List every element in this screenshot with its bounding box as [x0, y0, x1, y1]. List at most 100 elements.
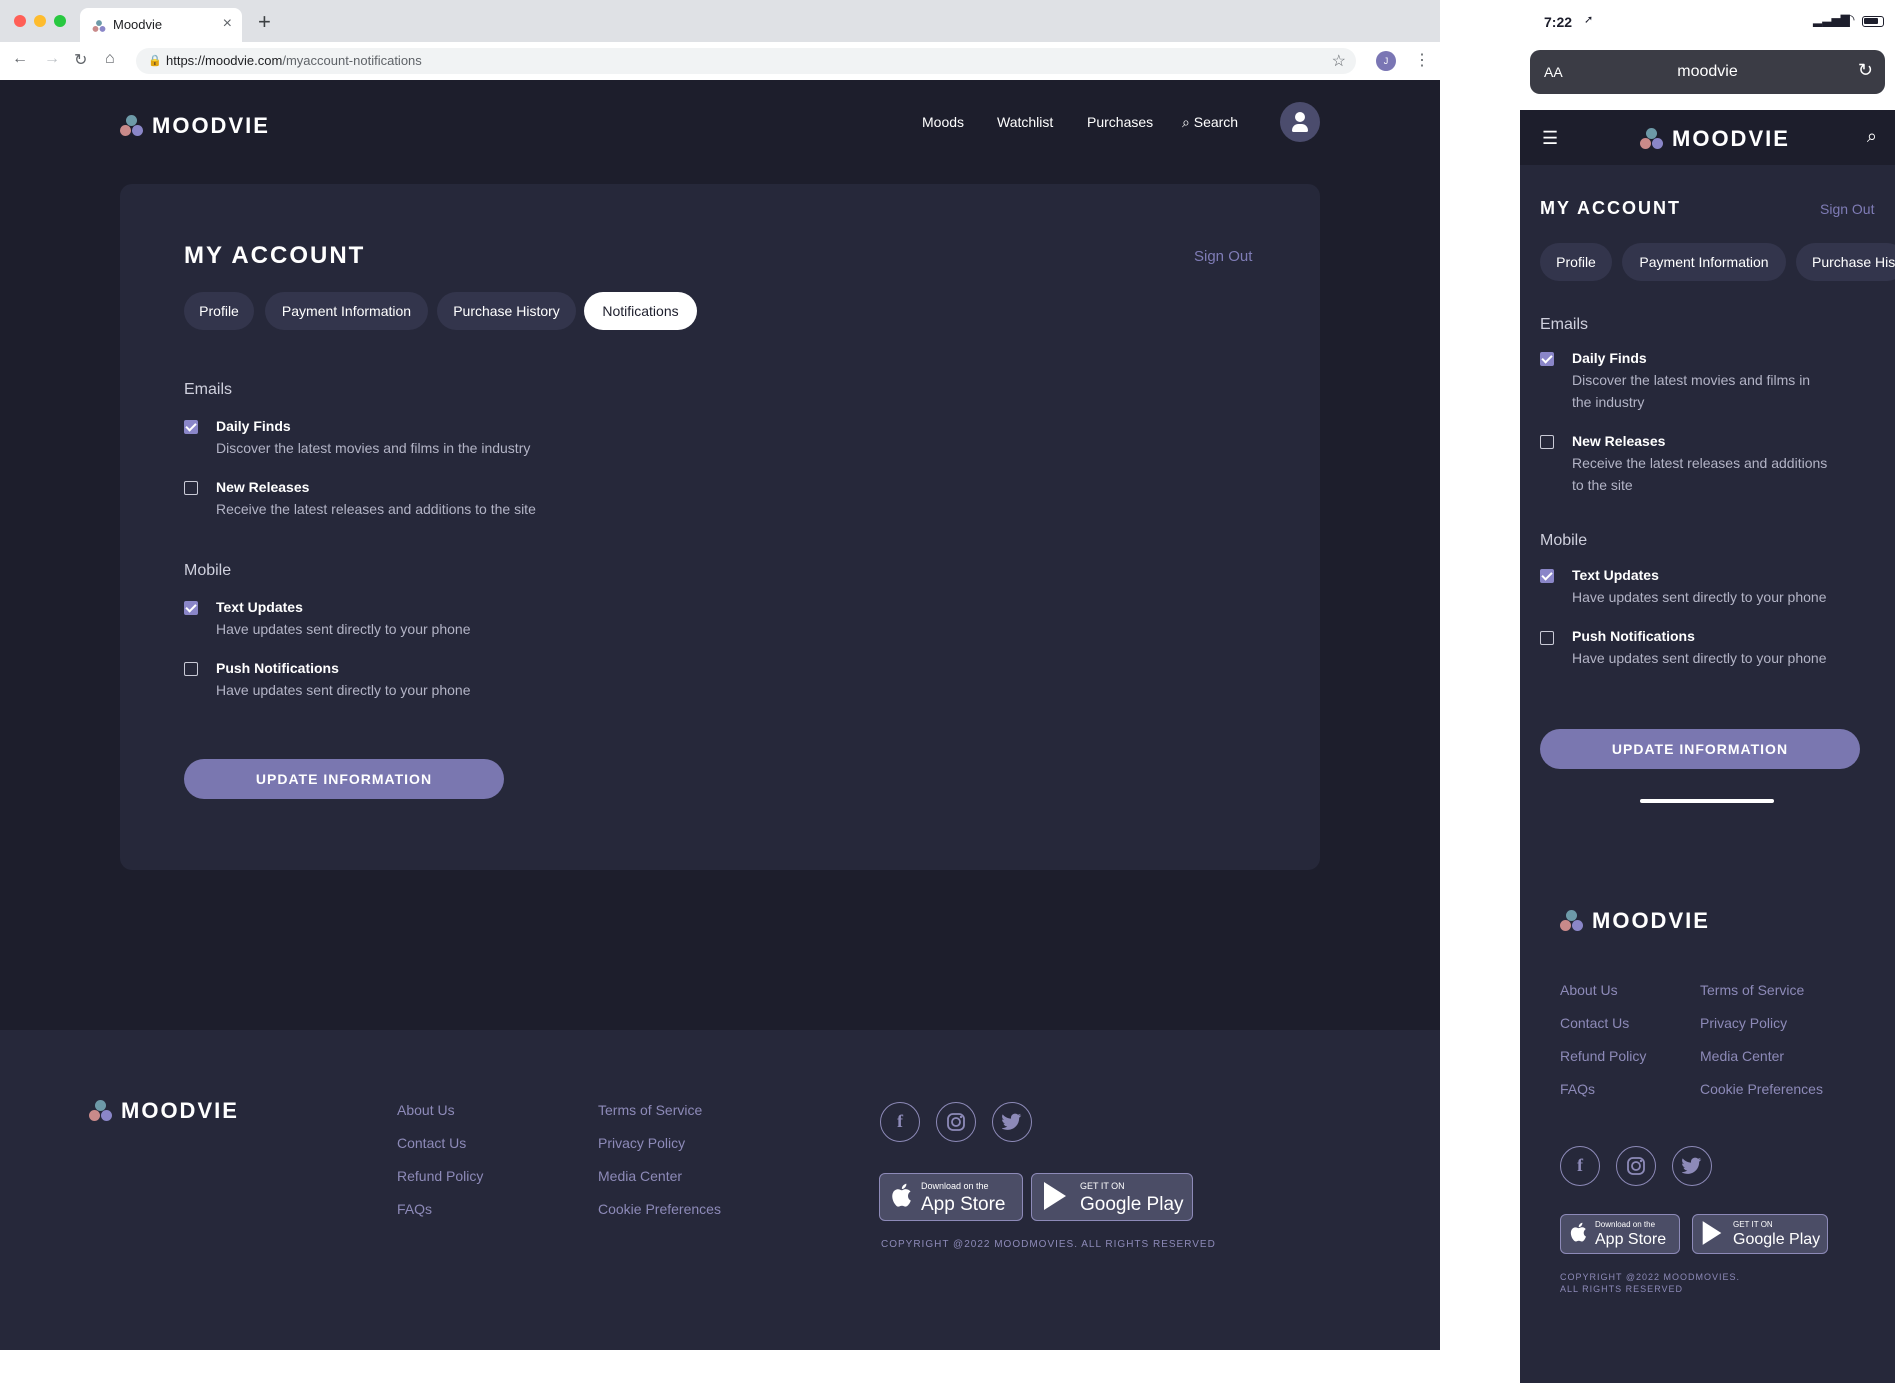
app-store-small: Download on the — [921, 1181, 989, 1191]
tab-payment-information[interactable]: Payment Information — [265, 292, 428, 330]
nav-search[interactable]: ⌕ Search — [1182, 114, 1238, 131]
new-releases-checkbox[interactable] — [184, 481, 198, 495]
mobile-facebook-icon[interactable]: f — [1560, 1146, 1600, 1186]
sign-out-link[interactable]: Sign Out — [1194, 248, 1252, 265]
push-notifications-checkbox[interactable] — [184, 662, 198, 676]
tab-profile[interactable]: Profile — [184, 292, 254, 330]
forward-icon[interactable]: → — [44, 50, 60, 68]
mobile-sign-out-link[interactable]: Sign Out — [1820, 201, 1874, 217]
mobile-browser: 7:22 ➚ ▂▃▅▇ ◠ AA moodvie ↻ ☰ MOODVIE ⌕ M… — [1520, 0, 1895, 1383]
logo-dots-icon — [1640, 128, 1664, 150]
mobile-push-desc: Have updates sent directly to your phone — [1572, 650, 1827, 666]
google-play-big: Google Play — [1080, 1194, 1184, 1215]
push-notifications-label: Push Notifications — [216, 660, 339, 676]
mobile-tab-purchase-history[interactable]: Purchase Hist — [1796, 243, 1895, 281]
battery-icon — [1862, 16, 1884, 27]
nav-moods[interactable]: Moods — [922, 114, 964, 130]
mobile-search-icon[interactable]: ⌕ — [1867, 126, 1877, 147]
maximize-window-icon[interactable] — [54, 15, 66, 27]
mobile-footer-link-cookies[interactable]: Cookie Preferences — [1700, 1081, 1823, 1097]
app-store-badge[interactable]: Download on the App Store — [879, 1173, 1023, 1221]
nav-watchlist[interactable]: Watchlist — [997, 114, 1053, 130]
tab-purchase-history[interactable]: Purchase History — [437, 292, 576, 330]
text-updates-label: Text Updates — [216, 599, 303, 615]
mobile-new-releases-checkbox[interactable] — [1540, 435, 1554, 449]
user-avatar-icon[interactable] — [1280, 102, 1320, 142]
back-icon[interactable]: ← — [12, 50, 28, 68]
mobile-copyright-1: COPYRIGHT @2022 MOODMOVIES. — [1560, 1272, 1741, 1282]
browser-profile-avatar[interactable]: J — [1376, 51, 1396, 71]
home-icon[interactable]: ⌂ — [105, 50, 115, 68]
mobile-text-updates-label: Text Updates — [1572, 567, 1659, 583]
browser-tab[interactable]: Moodvie × — [80, 8, 242, 42]
reload-icon[interactable]: ↻ — [74, 50, 87, 70]
mobile-footer-logo[interactable]: MOODVIE — [1560, 908, 1710, 934]
mobile-footer: MOODVIE About Us Contact Us Refund Polic… — [1520, 848, 1895, 1383]
hamburger-menu-icon[interactable]: ☰ — [1542, 128, 1558, 149]
page-title: MY ACCOUNT — [184, 242, 366, 269]
tab-notifications[interactable]: Notifications — [584, 292, 697, 330]
mobile-daily-finds-checkbox[interactable] — [1540, 352, 1554, 366]
browser-menu-icon[interactable]: ⋮ — [1414, 50, 1430, 70]
footer-link-privacy[interactable]: Privacy Policy — [598, 1135, 685, 1151]
mobile-app-store-big: App Store — [1595, 1231, 1667, 1248]
mobile-footer-link-terms[interactable]: Terms of Service — [1700, 982, 1804, 998]
mobile-footer-link-privacy[interactable]: Privacy Policy — [1700, 1015, 1787, 1031]
reload-icon[interactable]: ↻ — [1858, 60, 1873, 81]
text-updates-checkbox[interactable] — [184, 601, 198, 615]
google-play-small: GET IT ON — [1080, 1181, 1125, 1191]
update-information-button[interactable]: UPDATE INFORMATION — [184, 759, 504, 799]
footer-link-about[interactable]: About Us — [397, 1102, 455, 1118]
mobile-mobile-heading: Mobile — [1540, 532, 1588, 549]
nav-purchases[interactable]: Purchases — [1087, 114, 1153, 130]
mobile-footer-link-refund[interactable]: Refund Policy — [1560, 1048, 1646, 1064]
nav-search-label: Search — [1193, 114, 1239, 130]
address-bar[interactable]: 🔒 https://moodvie.com/myaccount-notifica… — [136, 48, 1356, 74]
mobile-footer-link-media[interactable]: Media Center — [1700, 1048, 1784, 1064]
mobile-footer-link-faqs[interactable]: FAQs — [1560, 1081, 1595, 1097]
bookmark-star-icon[interactable]: ☆ — [1332, 51, 1346, 71]
twitter-icon[interactable] — [992, 1102, 1032, 1142]
close-window-icon[interactable] — [14, 15, 26, 27]
mobile-google-play-small: GET IT ON — [1733, 1220, 1773, 1229]
mobile-address-bar[interactable]: AA moodvie ↻ — [1530, 50, 1885, 94]
footer-logo[interactable]: MOODVIE — [89, 1098, 239, 1124]
minimize-window-icon[interactable] — [34, 15, 46, 27]
footer-link-contact[interactable]: Contact Us — [397, 1135, 466, 1151]
daily-finds-checkbox[interactable] — [184, 420, 198, 434]
footer-link-cookies[interactable]: Cookie Preferences — [598, 1201, 721, 1217]
footer-link-media[interactable]: Media Center — [598, 1168, 682, 1184]
new-tab-icon[interactable]: + — [258, 9, 271, 35]
mobile-instagram-icon[interactable] — [1616, 1146, 1656, 1186]
wifi-icon: ◠ — [1843, 11, 1856, 27]
mobile-tab-scroller[interactable]: Profile Payment Information Purchase His… — [1520, 241, 1895, 283]
mobile-footer-link-about[interactable]: About Us — [1560, 982, 1618, 998]
play-icon — [1042, 1181, 1068, 1218]
mobile-update-information-button[interactable]: UPDATE INFORMATION — [1540, 729, 1860, 769]
facebook-icon[interactable]: f — [880, 1102, 920, 1142]
mobile-push-checkbox[interactable] — [1540, 631, 1554, 645]
mobile-google-play-badge[interactable]: GET IT ON Google Play — [1692, 1214, 1828, 1254]
brand-logo[interactable]: MOODVIE — [120, 113, 270, 139]
footer-link-terms[interactable]: Terms of Service — [598, 1102, 702, 1118]
mobile-text-updates-checkbox[interactable] — [1540, 569, 1554, 583]
instagram-icon[interactable] — [936, 1102, 976, 1142]
google-play-badge[interactable]: GET IT ON Google Play — [1031, 1173, 1193, 1221]
mobile-twitter-icon[interactable] — [1672, 1146, 1712, 1186]
mobile-tab-payment[interactable]: Payment Information — [1622, 243, 1786, 281]
close-tab-icon[interactable]: × — [223, 15, 232, 33]
footer-link-refund[interactable]: Refund Policy — [397, 1168, 483, 1184]
browser-chrome: Moodvie × + ← → ↻ ⌂ 🔒 https://moodvie.co… — [0, 0, 1440, 80]
mobile-app-store-badge[interactable]: Download on the App Store — [1560, 1214, 1680, 1254]
footer-link-faqs[interactable]: FAQs — [397, 1201, 432, 1217]
footer-brand-name: MOODVIE — [121, 1098, 239, 1123]
emails-heading: Emails — [184, 381, 233, 398]
mobile-footer-link-contact[interactable]: Contact Us — [1560, 1015, 1629, 1031]
home-indicator — [1640, 799, 1774, 803]
daily-finds-label: Daily Finds — [216, 418, 291, 434]
mobile-brand-logo[interactable]: MOODVIE — [1640, 126, 1790, 152]
status-bar: 7:22 ➚ ▂▃▅▇ ◠ — [1520, 0, 1895, 45]
url-host: https://moodvie.com — [166, 53, 283, 68]
mobile-tab-profile[interactable]: Profile — [1540, 243, 1612, 281]
status-time: 7:22 — [1544, 14, 1573, 30]
